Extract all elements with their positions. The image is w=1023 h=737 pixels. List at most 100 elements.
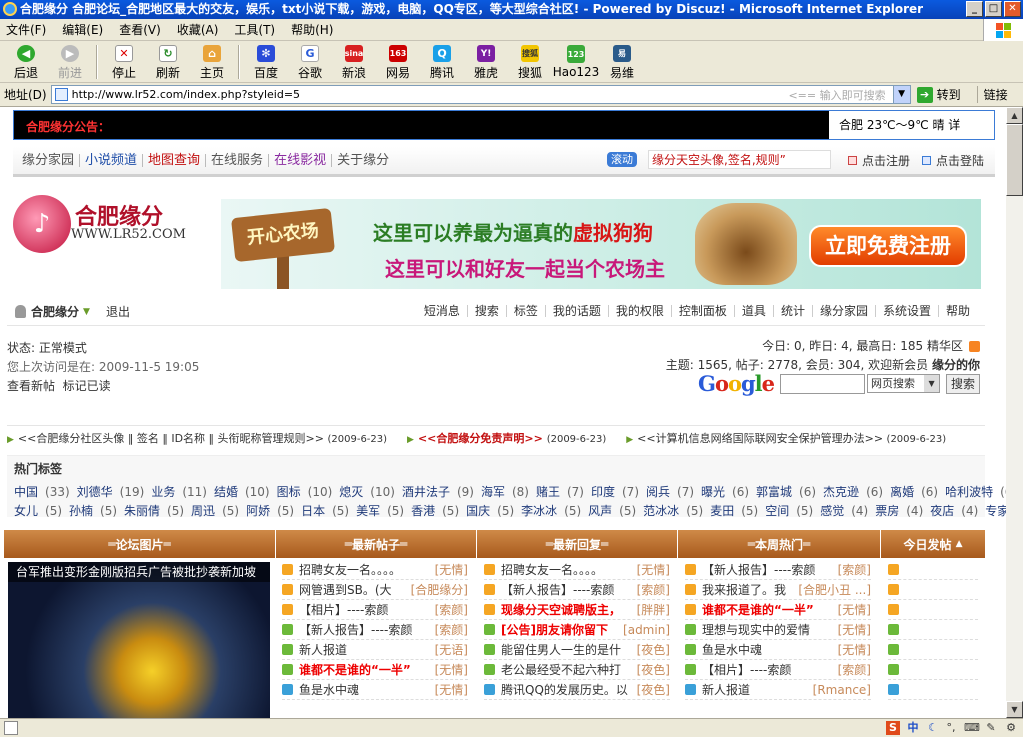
rss-icon[interactable] — [969, 341, 980, 352]
hot-tag[interactable]: 空间 (5) — [765, 504, 813, 518]
weather-widget[interactable]: 合肥 23℃～9℃ 晴 详 — [829, 111, 994, 139]
hot-tag[interactable]: 曝光 (6) — [701, 485, 749, 499]
punctuation-icon[interactable]: °, — [944, 721, 958, 735]
forward-button[interactable]: ▶ 前进 — [48, 41, 92, 81]
hot-tag[interactable]: 专家(4) — [985, 504, 1006, 518]
login-link[interactable]: 点击登陆 — [922, 152, 984, 169]
hot-tag[interactable]: 感觉 (4) — [820, 504, 868, 518]
hot-tag[interactable]: 业务 (11) — [151, 485, 207, 499]
list-item[interactable]: 我来报道了。我 [合肥小丑 ...] — [685, 580, 871, 600]
window-title-bar[interactable]: 合肥缘分 合肥论坛_合肥地区最大的交友，娱乐，txt小说下载，游戏，电脑，QQ专… — [0, 0, 1023, 19]
hot-tag[interactable]: 海军 (8) — [481, 485, 529, 499]
list-item[interactable]: 【新人报告】----索颜 [索颜] — [484, 580, 670, 600]
announcement-item[interactable]: ▶ <<合肥缘分免责声明>> (2009-6-23) — [407, 430, 606, 446]
list-item[interactable]: [公告]朋友请你留下 [admin] — [484, 620, 670, 640]
list-item[interactable]: 【新人报告】----索颜 [索颜] — [282, 620, 468, 640]
hot-tag[interactable]: 阅兵 (7) — [646, 485, 694, 499]
hot-tag[interactable]: 图标 (10) — [277, 485, 333, 499]
address-input[interactable]: http://www.lr52.com/index.php?styleid=5 … — [50, 85, 911, 104]
farm-banner-ad[interactable]: 开心农场 这里可以养最为逼真的虚拟狗狗 这里可以和好友一起当个农场主 立即免费注… — [221, 199, 981, 289]
hot-tag[interactable]: 香港 (5) — [411, 504, 459, 518]
user-menu-stats[interactable]: 统计 — [772, 305, 812, 317]
hot-tag[interactable]: 郭富城 (6) — [756, 485, 816, 499]
link-yahoo[interactable]: Y! 雅虎 — [464, 41, 508, 81]
site-logo[interactable]: ♪ 合肥缘分 WWW.LR52.COM — [13, 191, 191, 257]
list-item[interactable]: 【新人报告】----索颜 [索颜] — [685, 560, 871, 580]
go-button[interactable]: ➔ 转到 — [916, 86, 961, 103]
nav-item-service[interactable]: 在线服务 — [205, 154, 268, 167]
list-item[interactable] — [888, 680, 978, 700]
hot-tag[interactable]: 朱丽倩 (5) — [124, 504, 184, 518]
google-search-input[interactable] — [780, 373, 866, 394]
list-item[interactable]: 老公最经受不起六种打 [夜色] — [484, 660, 670, 680]
menu-view[interactable]: 查看(V) — [119, 21, 161, 38]
hot-tag[interactable]: 熄灭 (10) — [339, 485, 395, 499]
list-item[interactable] — [888, 580, 978, 600]
list-item[interactable]: 谁都不是谁的“一半” [无情] — [685, 600, 871, 620]
hot-tag[interactable]: 离婚 (6) — [890, 485, 938, 499]
link-hao123[interactable]: 123 Hao123 — [552, 41, 600, 81]
tab-today-posts[interactable]: 今日发帖 ▲ — [881, 530, 985, 558]
list-item[interactable]: 能留住男人一生的是什 [夜色] — [484, 640, 670, 660]
hot-tag[interactable]: 女儿 (5) — [14, 504, 62, 518]
hot-tag[interactable]: 中国 (33) — [14, 485, 70, 499]
links-button[interactable]: 链接 — [976, 86, 1008, 103]
mark-read-link[interactable]: 标记已读 — [63, 379, 111, 393]
user-menu-pm[interactable]: 短消息 — [417, 305, 467, 317]
free-register-button[interactable]: 立即免费注册 — [809, 225, 967, 267]
tab-latest-posts[interactable]: ═ 最新帖子 ═ — [276, 530, 477, 558]
nav-item-movies[interactable]: 在线影视 — [268, 154, 331, 167]
link-qq[interactable]: Q 腾讯 — [420, 41, 464, 81]
nav-item-novel[interactable]: 小说频道 — [79, 154, 142, 167]
user-menu[interactable]: 合肥缘分 ▼ — [15, 303, 90, 320]
hot-tag[interactable]: 酒井法子 (9) — [402, 485, 474, 499]
back-button[interactable]: ◀ 后退 — [4, 41, 48, 81]
list-item[interactable] — [888, 640, 978, 660]
link-baidu[interactable]: ✻ 百度 — [244, 41, 288, 81]
link-google[interactable]: G 谷歌 — [288, 41, 332, 81]
hot-tag[interactable]: 国庆 (5) — [466, 504, 514, 518]
list-item[interactable] — [888, 600, 978, 620]
list-item[interactable]: 网管遇到SB。(大 [合肥缘分] — [282, 580, 468, 600]
user-menu-tools[interactable]: 道具 — [733, 305, 773, 317]
link-163[interactable]: 163 网易 — [376, 41, 420, 81]
ime-icon[interactable]: 中 — [906, 721, 920, 735]
announcement-item[interactable]: ▶ <<计算机信息网络国际联网安全保护管理办法>> (2009-6-23) — [626, 430, 946, 446]
hot-tag[interactable]: 结婚 (10) — [214, 485, 270, 499]
user-menu-mytopics[interactable]: 我的话题 — [544, 305, 608, 317]
hot-tag[interactable]: 票房 (4) — [875, 504, 923, 518]
hot-tag[interactable]: 麦田 (5) — [710, 504, 758, 518]
nav-item-home[interactable]: 缘分家园 — [17, 154, 79, 167]
scrolling-news[interactable]: 缘分天空头像,签名,规则” — [648, 150, 831, 169]
tools-icon[interactable]: ⚙ — [1004, 721, 1018, 735]
forum-picture[interactable]: 台军推出变形金刚版招兵广告被批抄袭新加坡 — [8, 562, 270, 718]
list-item[interactable] — [888, 560, 978, 580]
maximize-button[interactable]: □ — [985, 1, 1002, 17]
user-menu-home[interactable]: 缘分家园 — [811, 305, 875, 317]
hot-tag[interactable]: 风声 (5) — [588, 504, 636, 518]
list-item[interactable]: 鱼是水中魂 [无情] — [685, 640, 871, 660]
link-yiwei[interactable]: 易易维 — [600, 41, 644, 81]
menu-help[interactable]: 帮助(H) — [291, 21, 333, 38]
link-sohu[interactable]: 搜狐 搜狐 — [508, 41, 552, 81]
nav-item-map[interactable]: 地图查询 — [142, 154, 205, 167]
list-item[interactable]: 理想与现实中的爱情 [无情] — [685, 620, 871, 640]
hot-tag[interactable]: 夜店 (4) — [930, 504, 978, 518]
address-dropdown-icon[interactable]: ▼ — [892, 86, 910, 103]
google-search-button[interactable]: 搜索 — [946, 373, 981, 394]
stop-button[interactable]: ✕ 停止 — [102, 41, 146, 81]
list-item[interactable]: 【相片】----索颜 [索颜] — [282, 600, 468, 620]
menu-favorites[interactable]: 收藏(A) — [177, 21, 219, 38]
hot-tag[interactable]: 印度 (7) — [591, 485, 639, 499]
hot-tag[interactable]: 杰克逊 (6) — [823, 485, 883, 499]
announcement-item[interactable]: ▶ <<合肥缘分社区头像 ‖ 签名 ‖ ID名称 ‖ 头衔昵称管理规则>> (20… — [7, 430, 387, 446]
list-item[interactable]: 招聘女友一名。。。。 [无情] — [484, 560, 670, 580]
list-item[interactable]: 新人报道 [Rmance] — [685, 680, 871, 700]
moon-icon[interactable]: ☾ — [926, 721, 940, 735]
menu-tools[interactable]: 工具(T) — [234, 21, 275, 38]
hot-tag[interactable]: 周迅 (5) — [191, 504, 239, 518]
user-menu-permissions[interactable]: 我的权限 — [607, 305, 671, 317]
register-link[interactable]: 点击注册 — [848, 152, 910, 169]
list-item[interactable]: 鱼是水中魂 [无情] — [282, 680, 468, 700]
logout-link[interactable]: 退出 — [106, 303, 130, 320]
